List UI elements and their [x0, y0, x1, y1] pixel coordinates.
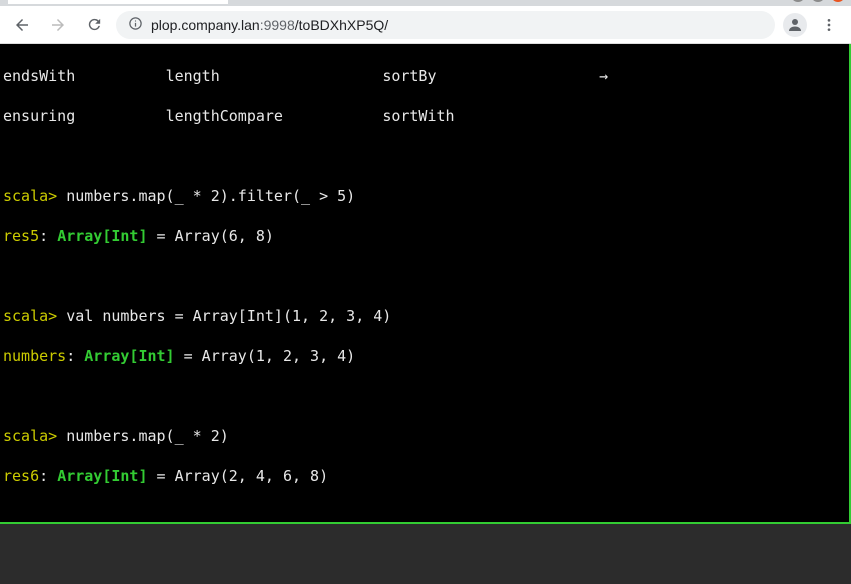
url-text: plop.company.lan:9998/toBDXhXP5Q/: [151, 17, 388, 33]
site-info-icon[interactable]: [128, 16, 143, 34]
forward-button[interactable]: [44, 11, 72, 39]
repl-output: res5: Array[Int] = Array(6, 8): [3, 226, 846, 246]
repl-input: scala> numbers.map(_ * 2).filter(_ > 5): [3, 186, 846, 206]
reload-button[interactable]: [80, 11, 108, 39]
repl-input: scala> val numbers = Array[Int](1, 2, 3,…: [3, 306, 846, 326]
terminal-output[interactable]: endsWith length sortBy → ensuring length…: [0, 44, 851, 524]
blank-row: [3, 506, 846, 524]
repl-output: res6: Array[Int] = Array(2, 4, 6, 8): [3, 466, 846, 486]
browser-toolbar: plop.company.lan:9998/toBDXhXP5Q/: [0, 6, 851, 44]
new-tab-button[interactable]: +: [232, 0, 260, 2]
browser-menu-icon[interactable]: [815, 11, 843, 39]
blank-row: [3, 266, 846, 286]
browser-tabbar: REPLbot session × +: [0, 0, 851, 6]
window-close-icon[interactable]: [831, 0, 845, 2]
completion-row: endsWith length sortBy →: [3, 66, 846, 86]
profile-avatar-icon[interactable]: [783, 13, 807, 37]
window-minimize-icon[interactable]: [791, 0, 805, 2]
repl-output: numbers: Array[Int] = Array(1, 2, 3, 4): [3, 346, 846, 366]
completion-row: ensuring lengthCompare sortWith: [3, 106, 846, 126]
repl-input: scala> numbers.map(_ * 2): [3, 426, 846, 446]
back-button[interactable]: [8, 11, 36, 39]
blank-row: [3, 386, 846, 406]
blank-row: [3, 146, 846, 166]
browser-tab-active[interactable]: REPLbot session ×: [8, 0, 228, 4]
window-maximize-icon[interactable]: [811, 0, 825, 2]
address-bar[interactable]: plop.company.lan:9998/toBDXhXP5Q/: [116, 11, 775, 39]
